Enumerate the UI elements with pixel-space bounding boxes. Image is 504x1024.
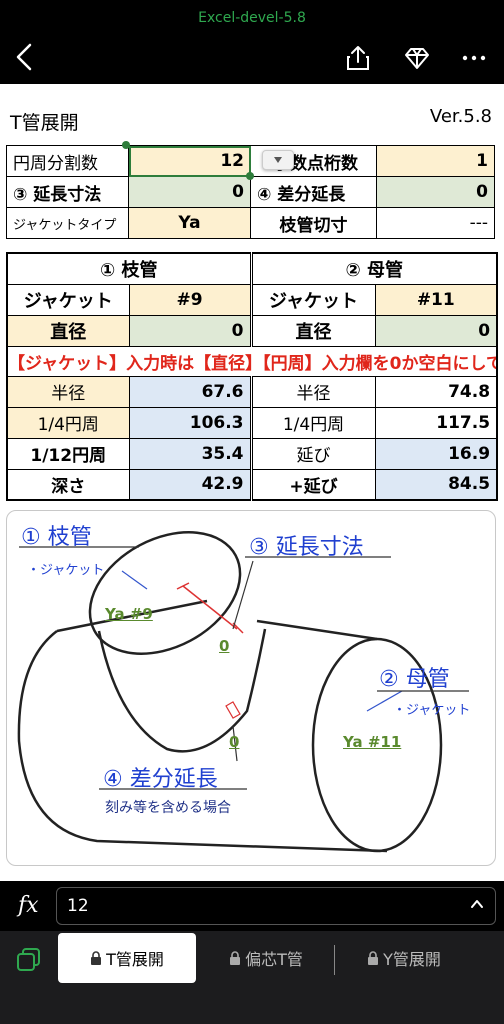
division-label: 円周分割数 xyxy=(6,145,129,177)
diff-extension-value-cell[interactable]: 0 xyxy=(376,176,495,208)
more-icon[interactable] xyxy=(460,44,488,72)
tab-y-pipe-label: Y管展開 xyxy=(383,950,441,969)
fx-icon[interactable]: fx xyxy=(18,893,39,918)
branch-radius-label: 半径 xyxy=(6,375,130,408)
diagram-main-sub: ・ジャケット xyxy=(393,703,471,718)
branch-depth-value[interactable]: 42.9 xyxy=(128,468,253,501)
main-jacket-label: ジャケット xyxy=(250,283,376,316)
t-pipe-diagram: ① 枝管 ・ジャケット Ya #9 ③ 延長寸法 0 0 ② 母管 ・ジャケット… xyxy=(6,510,496,866)
extension-value-cell[interactable]: 0 xyxy=(128,176,251,208)
main-header: ② 母管 xyxy=(250,252,498,285)
main-diameter-label: 直径 xyxy=(250,314,376,347)
main-plus-extension-value[interactable]: 84.5 xyxy=(374,468,498,501)
sheets-list-icon[interactable] xyxy=(14,945,44,975)
lock-icon xyxy=(368,951,379,965)
main-radius-label: 半径 xyxy=(250,375,376,408)
lock-icon xyxy=(230,951,241,965)
window-title: Excel-devel-5.8 xyxy=(198,10,306,26)
tab-separator xyxy=(334,945,335,975)
branch-diameter-value-cell[interactable]: 0 xyxy=(128,314,253,347)
branch-radius-value[interactable]: 67.6 xyxy=(128,375,253,408)
division-value-cell[interactable]: 12 xyxy=(128,145,251,177)
diagram-diff-label: ④ 差分延長 xyxy=(103,767,218,792)
formula-input[interactable]: 12 xyxy=(56,887,496,925)
diagram-branch-label: ① 枝管 xyxy=(21,525,92,550)
branch-header: ① 枝管 xyxy=(6,252,253,285)
branch-quarter-circ-label: 1/4円周 xyxy=(6,406,130,439)
branch-jacket-value-cell[interactable]: #9 xyxy=(128,283,253,316)
diagram-branch-value: Ya #9 xyxy=(105,605,153,623)
worksheet[interactable]: T管展開 Ver.5.8 円周分割数 12 小数点桁数 1 ③ 延長寸法 0 ④… xyxy=(0,84,504,881)
main-quarter-circ-value[interactable]: 117.5 xyxy=(374,406,498,439)
caret-down-icon xyxy=(274,157,282,163)
branch-depth-label: 深さ xyxy=(6,468,130,501)
branch-diameter-label: 直径 xyxy=(6,314,130,347)
branch-cut-label: 枝管切寸 xyxy=(250,207,377,239)
main-plus-extension-label: +延び xyxy=(250,468,376,501)
input-note: 【ジャケット】入力時は【直径】【円周】入力欄を0か空白にして下さい xyxy=(6,345,498,377)
settings-table: 円周分割数 12 小数点桁数 1 ③ 延長寸法 0 ④ 差分延長 0 ジャケット… xyxy=(6,145,495,239)
tab-y-pipe[interactable]: Y管展開 xyxy=(338,933,470,983)
main-extension-value[interactable]: 16.9 xyxy=(374,437,498,470)
branch-cut-value-cell[interactable]: --- xyxy=(376,207,495,239)
main-extension-label: 延び xyxy=(250,437,376,470)
tab-offset-t-pipe-label: 偏芯T管 xyxy=(245,950,303,969)
decimal-value-cell[interactable]: 1 xyxy=(376,145,495,177)
share-icon[interactable] xyxy=(344,44,372,72)
branch-twelfth-circ-label: 1/12円周 xyxy=(6,437,130,470)
branch-twelfth-circ-value[interactable]: 35.4 xyxy=(128,437,253,470)
main-radius-value[interactable]: 74.8 xyxy=(374,375,498,408)
back-icon[interactable] xyxy=(12,42,40,72)
diagram-extension-label: ③ 延長寸法 xyxy=(249,535,364,560)
diagram-branch-sub: ・ジャケット xyxy=(27,563,105,578)
tab-offset-t-pipe[interactable]: 偏芯T管 xyxy=(200,933,332,983)
jacket-type-label: ジャケットタイプ xyxy=(6,207,129,239)
diagram-extension-value: 0 xyxy=(219,637,230,655)
sheet-tabs: T管展開 偏芯T管 Y管展開 xyxy=(0,931,504,1024)
pipe-data-table: ① 枝管 ② 母管 ジャケット #9 ジャケット #11 直径 0 直径 0 【… xyxy=(6,252,499,501)
diagram-diff-sub: 刻み等を含める場合 xyxy=(105,800,231,816)
diagram-main-label: ② 母管 xyxy=(379,667,450,692)
sheet-title: T管展開 xyxy=(10,112,79,134)
cell-dropdown-button[interactable] xyxy=(262,150,294,170)
premium-diamond-icon[interactable] xyxy=(403,44,431,72)
branch-quarter-circ-value[interactable]: 106.3 xyxy=(128,406,253,439)
top-bar: Excel-devel-5.8 xyxy=(0,0,504,84)
lock-icon xyxy=(91,951,102,965)
chevron-up-icon[interactable] xyxy=(470,897,484,911)
version-label: Ver.5.8 xyxy=(429,106,492,127)
diagram-main-value: Ya #11 xyxy=(343,733,402,751)
extension-label: ③ 延長寸法 xyxy=(6,176,129,208)
jacket-type-value-cell[interactable]: Ya xyxy=(128,207,251,239)
app: Excel-devel-5.8 T管展開 Ver.5.8 円周分割数 12 小数… xyxy=(0,0,504,1024)
tab-t-pipe-label: T管展開 xyxy=(106,950,164,969)
main-jacket-value-cell[interactable]: #11 xyxy=(374,283,498,316)
branch-jacket-label: ジャケット xyxy=(6,283,130,316)
main-quarter-circ-label: 1/4円周 xyxy=(250,406,376,439)
selection-handle-top[interactable] xyxy=(122,141,130,149)
main-diameter-value-cell[interactable]: 0 xyxy=(374,314,498,347)
diff-extension-label: ④ 差分延長 xyxy=(250,176,377,208)
selection-handle-bottom[interactable] xyxy=(246,172,254,180)
formula-bar: fx 12 xyxy=(0,881,504,931)
diagram-diff-value: 0 xyxy=(229,733,240,751)
tab-t-pipe[interactable]: T管展開 xyxy=(58,933,196,983)
